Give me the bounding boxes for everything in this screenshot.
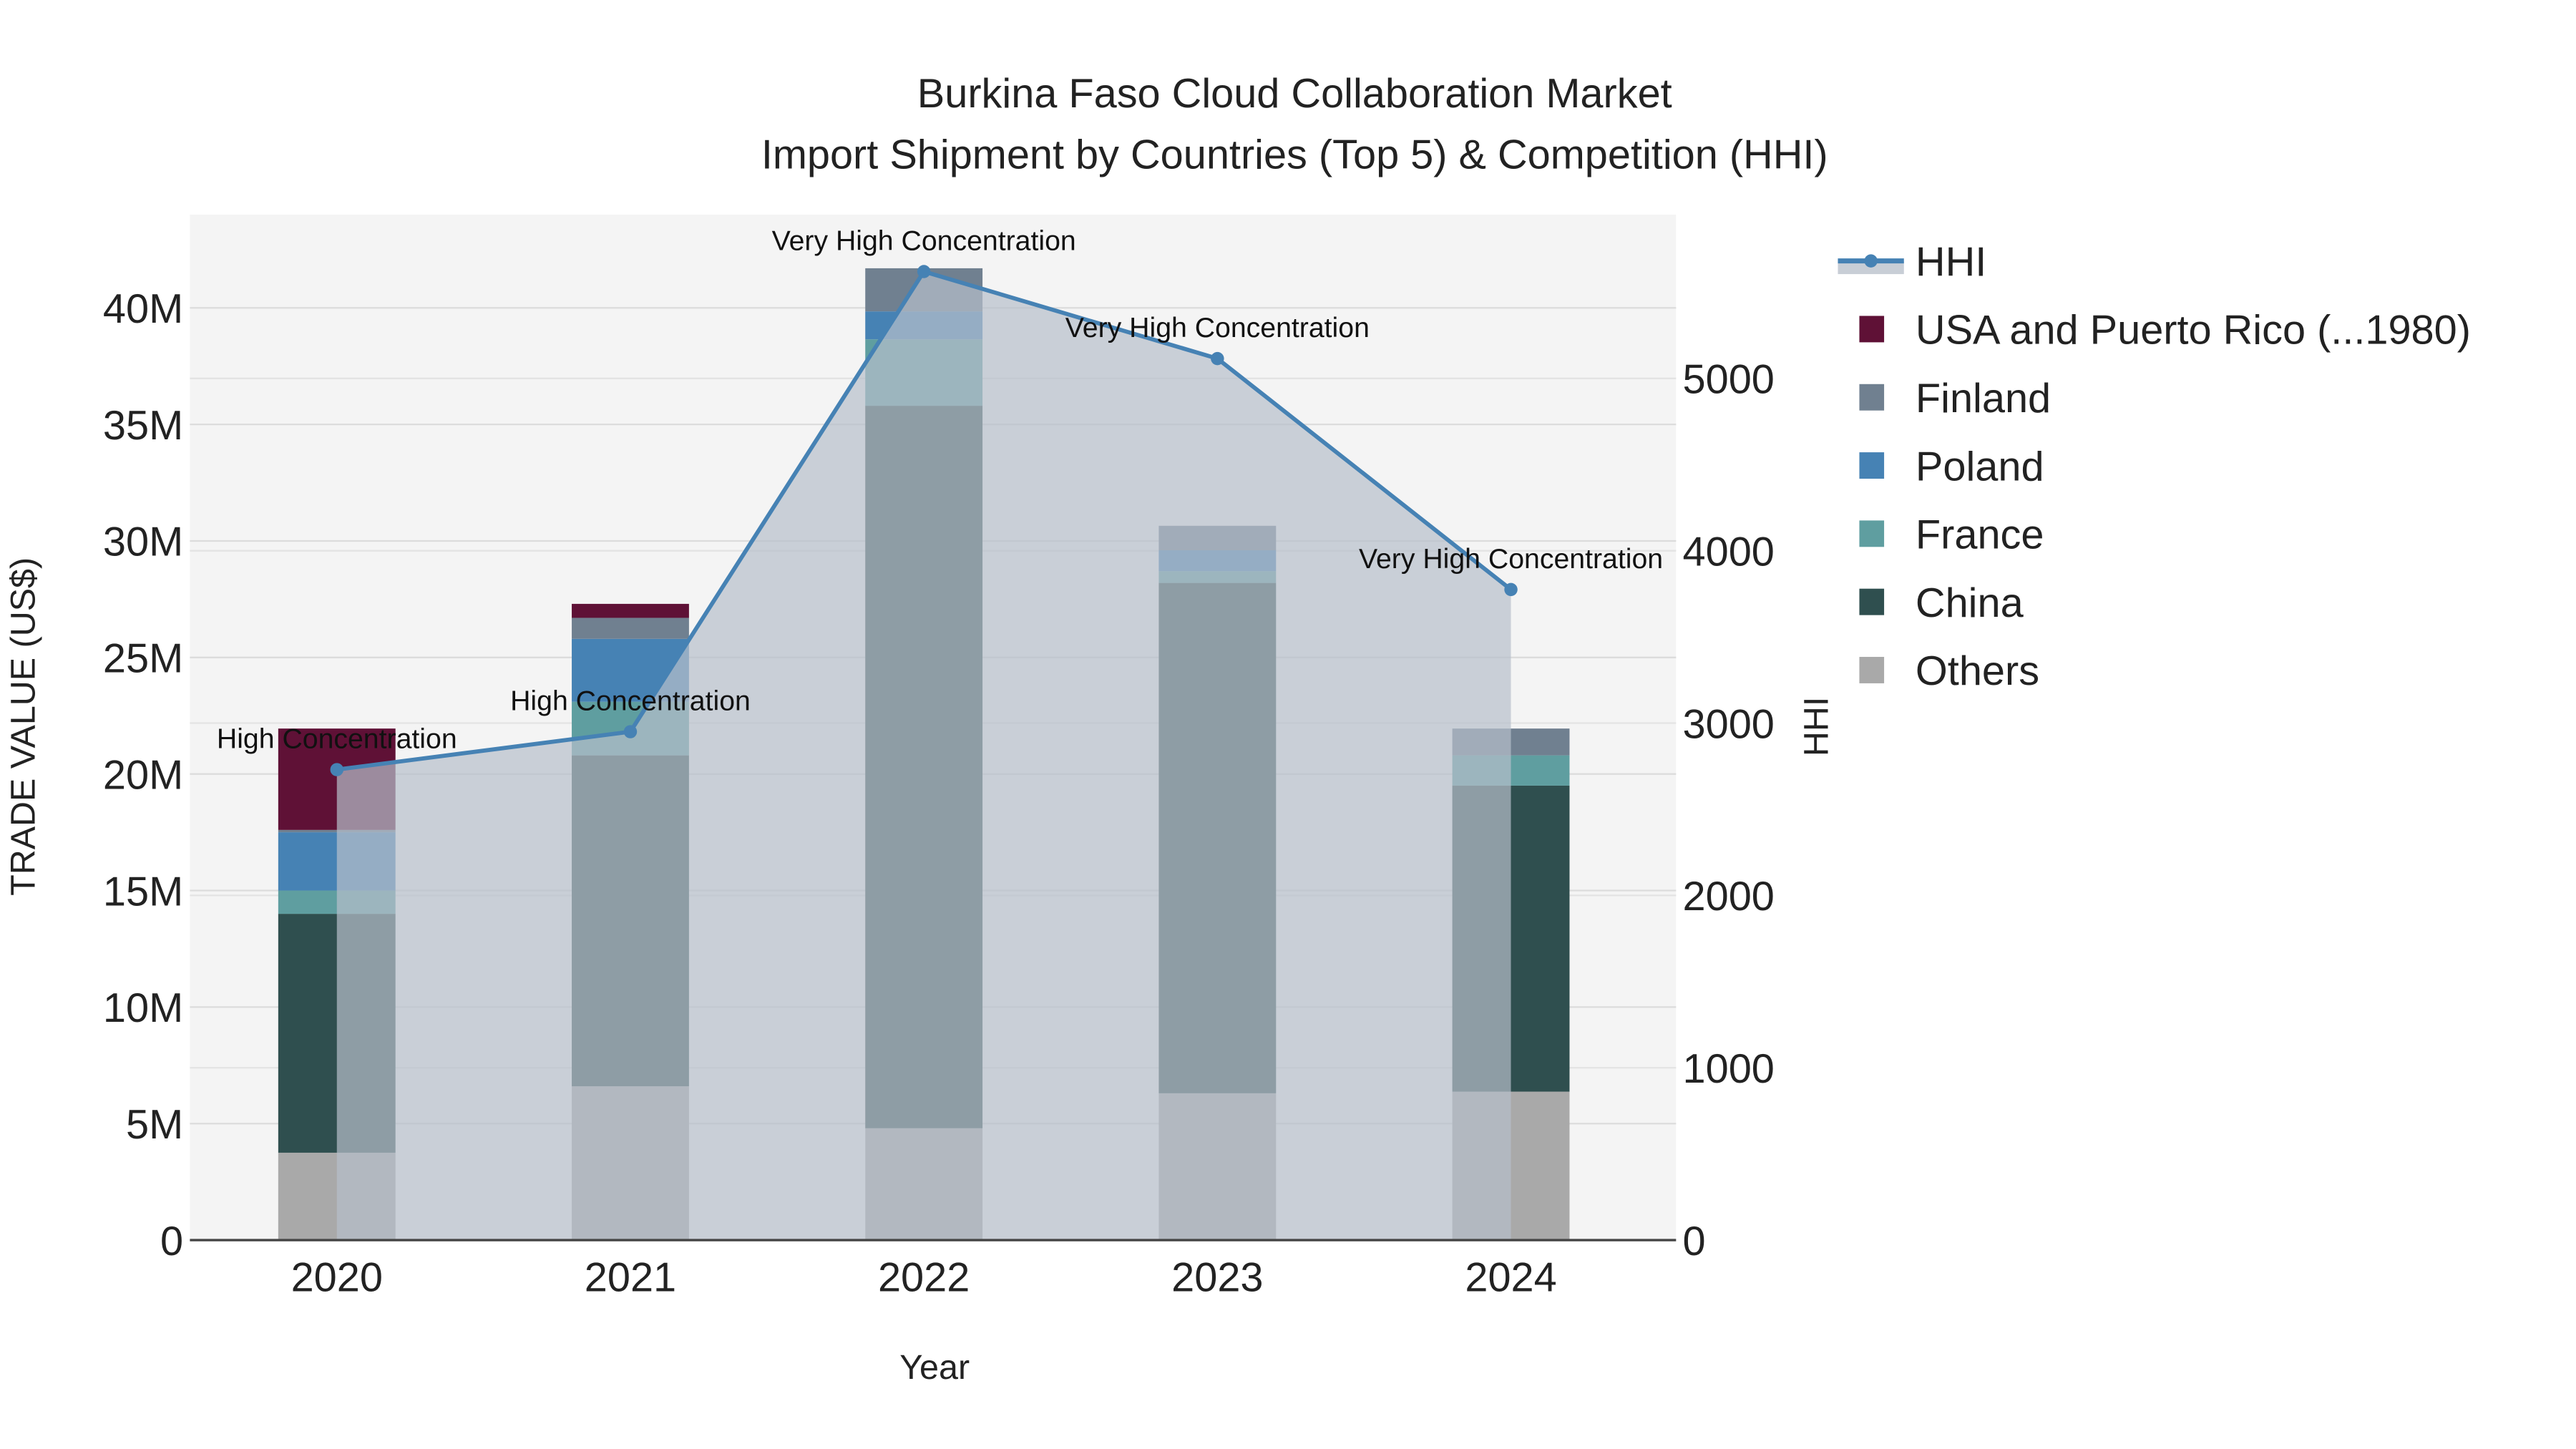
legend-item-others: Others [1859,648,2039,694]
legend-item-france: France [1859,512,2044,558]
bar-segment-usa-and-puerto-rico-1980 [572,603,689,618]
y-tick-label: 10M [103,985,183,1031]
legend-label: USA and Puerto Rico (...1980) [1916,308,2471,353]
x-tick-label: 2024 [1465,1255,1556,1301]
legend-label: Finland [1916,376,2051,421]
legend: HHI USA and Puerto Rico (...1980) Finland P… [1838,239,2471,694]
y2-tick-label: 2000 [1683,874,1775,919]
y2-tick-label: 5000 [1683,357,1775,403]
y-tick-label: 30M [103,519,183,565]
chart-title: Burkina Faso Cloud Collaboration Market [917,71,1672,117]
legend-label: France [1916,512,2044,558]
x-axis-title: Year [899,1348,970,1387]
legend-item-poland: Poland [1859,444,2044,489]
hhi-annotation: Very High Concentration [772,225,1076,256]
x-tick-label: 2022 [878,1255,970,1301]
y-axis-title: TRADE VALUE (US$) [4,557,42,896]
legend-item-finland: Finland [1859,376,2051,421]
y2-tick-label: 1000 [1683,1046,1775,1092]
y-tick-label: 5M [126,1102,183,1148]
y2-tick-label: 3000 [1683,701,1775,747]
hhi-annotation: High Concentration [217,723,457,755]
hhi-point [917,265,931,278]
y-tick-label: 40M [103,286,183,332]
y2-tick-label: 0 [1683,1219,1706,1264]
hhi-annotation: Very High Concentration [1065,312,1370,343]
legend-item-china: China [1859,580,2024,626]
hhi-point [623,725,638,738]
x-tick-label: 2021 [585,1255,676,1301]
hhi-point [1504,582,1518,597]
legend-label: Others [1916,648,2039,694]
x-tick-label: 2020 [291,1255,383,1301]
y-tick-label: 25M [103,636,183,682]
bar-segment-finland [572,618,689,639]
legend-swatch [1859,316,1885,343]
legend-label: China [1916,580,2024,626]
y2-tick-label: 4000 [1683,529,1775,575]
legend-swatch [1859,520,1885,547]
legend-item-usa-and-puerto-rico-1980: USA and Puerto Rico (...1980) [1859,308,2471,353]
legend-swatch [1859,657,1885,683]
legend-swatch [1859,384,1885,411]
chart-subtitle: Import Shipment by Countries (Top 5) & C… [761,132,1828,177]
chart: Burkina Faso Cloud Collaboration Market … [4,71,2471,1387]
hhi-annotation: Very High Concentration [1359,543,1663,575]
x-tick-label: 2023 [1171,1255,1263,1301]
y-tick-label: 35M [103,403,183,449]
legend-label: Poland [1916,444,2044,489]
legend-swatch [1859,588,1885,615]
legend-item-hhi: HHI [1838,239,1986,285]
legend-label: HHI [1916,239,1986,285]
hhi-point [1211,351,1224,366]
y-tick-label: 15M [103,869,183,914]
y-tick-label: 0 [160,1219,183,1264]
legend-swatch [1859,452,1885,479]
hhi-annotation: High Concentration [510,686,751,717]
y-tick-label: 20M [103,752,183,798]
legend-swatch-hhi-marker [1864,254,1878,268]
y2-axis-title: HHI [1797,697,1836,756]
hhi-point [330,763,343,776]
